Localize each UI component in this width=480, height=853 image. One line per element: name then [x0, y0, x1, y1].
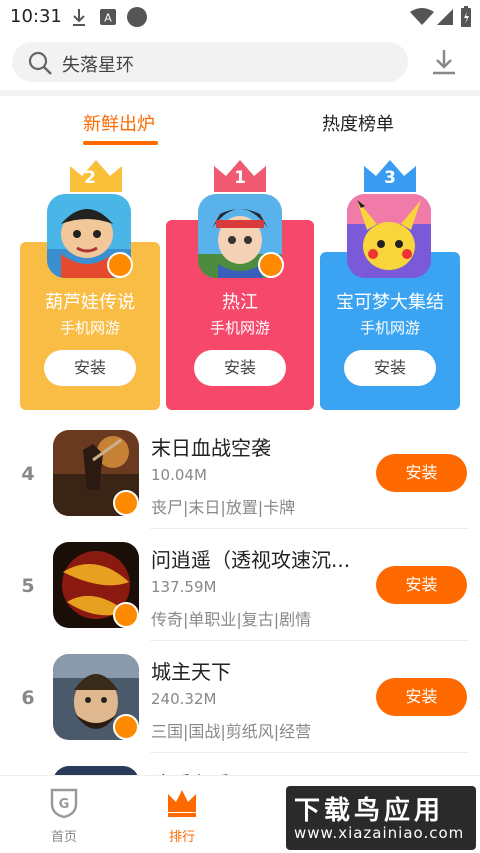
wifi-icon: [410, 8, 434, 25]
list-item[interactable]: 4 末日血战空袭 10.04M 丧尸|末日|放置|卡牌 安装: [0, 418, 480, 530]
crown-icon: [168, 790, 196, 817]
install-button[interactable]: 安装: [376, 454, 467, 492]
podium-rank-number: 1: [234, 168, 246, 188]
podium-app-name: 热江: [222, 292, 258, 313]
list-app-size: 240.32M: [151, 690, 217, 708]
app-icon-pokemon: [347, 194, 431, 278]
divider: [150, 752, 468, 753]
install-button[interactable]: 安装: [194, 350, 286, 386]
tab-new[interactable]: 新鲜出炉: [83, 110, 155, 136]
install-button[interactable]: 安装: [376, 678, 467, 716]
download-notification-icon: [73, 9, 85, 26]
list-app-size: 137.59M: [151, 578, 217, 596]
podium-app-name: 葫芦娃传说: [45, 292, 135, 313]
tab-active-indicator: [83, 141, 158, 145]
svg-text:G: G: [59, 797, 70, 812]
podium-rank-1[interactable]: 1 热江 手机网游 安装: [166, 154, 314, 412]
podium-app-subtitle: 手机网游: [209, 319, 270, 337]
nav-label: 排行: [168, 830, 195, 845]
watermark-logo: 下载鸟应用 www.xiazainiao.com: [286, 786, 476, 850]
list-rank: 6: [21, 687, 35, 709]
install-button[interactable]: 安装: [376, 566, 467, 604]
search-query: 失落星环: [62, 55, 134, 76]
signal-icon: [437, 9, 453, 25]
tab-hot-ranking[interactable]: 热度榜单: [322, 110, 394, 136]
gift-badge-icon: [113, 714, 139, 740]
install-button[interactable]: 安装: [344, 350, 436, 386]
svg-text:A: A: [104, 12, 112, 25]
podium-rank-number: 2: [84, 168, 96, 188]
nav-ranking[interactable]: 排行: [142, 786, 222, 845]
list-app-tags: 传奇|单职业|复古|剧情: [151, 610, 312, 629]
install-button[interactable]: 安装: [44, 350, 136, 386]
shield-g-icon: G: [50, 788, 78, 819]
status-bar: 10:31 A: [0, 0, 480, 34]
podium-rank-3[interactable]: 3 宝可梦大集结 手机网游 安装: [320, 154, 460, 412]
watermark-title: 下载鸟应用: [294, 796, 445, 826]
podium-app-subtitle: 手机网游: [359, 319, 420, 337]
list-item[interactable]: 逍遥九重天H5: [0, 754, 480, 776]
podium-rank-2[interactable]: 2 葫芦娃传说 手机网游 安装: [20, 154, 160, 412]
divider: [150, 640, 468, 641]
podium-app-name: 宝可梦大集结: [336, 292, 444, 313]
list-rank: 5: [21, 575, 35, 597]
gift-badge-icon: [113, 602, 139, 628]
search-input[interactable]: 失落星环: [12, 42, 408, 82]
nav-home[interactable]: G 首页: [24, 786, 104, 845]
list-item[interactable]: 5 问逍遥（透视攻速沉... 137.59M 传奇|单职业|复古|剧情 安装: [0, 530, 480, 642]
battery-icon: [461, 6, 471, 27]
list-app-title: 末日血战空袭: [151, 436, 271, 460]
a-notification-icon: A: [100, 9, 116, 25]
podium-app-subtitle: 手机网游: [59, 319, 120, 337]
list-item[interactable]: 6 城主天下 240.32M 三国|国战|剪纸风|经营 安装: [0, 642, 480, 754]
list-app-tags: 三国|国战|剪纸风|经营: [151, 722, 312, 741]
nav-label: 首页: [50, 830, 77, 845]
divider: [150, 528, 468, 529]
watermark-url: www.xiazainiao.com: [294, 824, 465, 842]
gift-badge-icon: [258, 252, 284, 278]
list-app-tags: 丧尸|末日|放置|卡牌: [151, 498, 296, 517]
list-app-size: 10.04M: [151, 466, 207, 484]
tab-bar: 新鲜出炉 热度榜单: [0, 96, 480, 154]
search-bar: 失落星环: [0, 34, 480, 90]
download-manager-icon[interactable]: [428, 46, 460, 78]
list-app-title: 问逍遥（透视攻速沉...: [151, 548, 351, 572]
list-app-title: 城主天下: [151, 660, 231, 684]
gift-badge-icon: [113, 490, 139, 516]
list-rank: 4: [21, 463, 35, 485]
circle-notification-icon: [127, 7, 147, 27]
gift-badge-icon: [107, 252, 133, 278]
search-icon: [28, 51, 52, 75]
status-time: 10:31: [10, 6, 62, 27]
podium-rank-number: 3: [384, 168, 396, 188]
